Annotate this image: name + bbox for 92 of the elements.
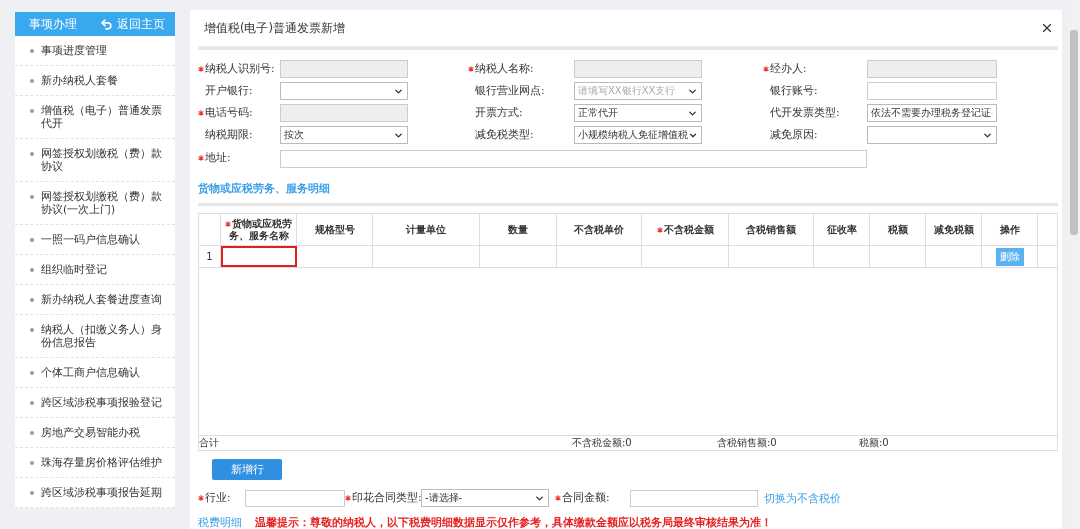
column-header: 减免税额 [926,214,982,245]
column-header: 不含税单价 [557,214,642,245]
required-icon [763,66,769,72]
total-value: 不含税金额:0 [572,436,633,450]
sidebar-item[interactable]: 事项进度管理 [15,36,175,66]
select-field[interactable] [867,126,997,144]
required-icon [656,226,663,233]
sidebar-item[interactable]: 跨区域涉税事项报验登记 [15,388,175,418]
total-label: 合计 [199,436,220,450]
required-icon [198,110,204,116]
column-header: 规格型号 [297,214,373,245]
required-icon [468,66,474,72]
field-label: 经办人: [763,62,867,76]
sidebar-item[interactable]: 珠海存量房价格评估维护 [15,448,175,478]
required-icon [225,220,231,227]
column-header: 数量 [480,214,557,245]
total-value: 税额:0 [859,436,890,450]
table-cell[interactable] [221,246,297,267]
sidebar-item[interactable]: 纳税人（扣缴义务人）身份信息报告 [15,315,175,358]
select-field[interactable]: 依法不需要办理税务登记证 [867,104,997,122]
bullet-icon [30,431,34,435]
field-label: 印花合同类型: [345,491,421,505]
field-label: 银行账号: [769,84,819,98]
input-field[interactable] [867,82,997,100]
column-header: 计量单位 [373,214,480,245]
column-header: 操作 [982,214,1038,245]
total-value: 含税销售额:0 [717,436,778,450]
column-header: 货物或应税劳务、服务名称 [221,214,297,245]
sidebar-item[interactable]: 房地产交易智能办税 [15,418,175,448]
field-label: 合同金额: [555,491,630,505]
sidebar-item[interactable]: 网签授权划缴税（费）款协议 [15,139,175,182]
column-header: 征收率 [814,214,870,245]
column-header: 税额 [870,214,926,245]
bullet-icon [30,491,34,495]
field-label: 纳税人识别号: [198,62,280,76]
sidebar-item[interactable]: 新办纳税人套餐进度查询 [15,285,175,315]
bullet-icon [30,49,34,53]
column-header: 不含税金额 [642,214,729,245]
field-label: 开票方式: [474,106,524,120]
sidebar-item[interactable]: 网签授权划缴税（费）款协议(一次上门) [15,182,175,225]
sidebar-item[interactable]: 个体工商户信息确认 [15,358,175,388]
back-arrow-icon [100,17,113,31]
input-field[interactable] [867,60,997,78]
bullet-icon [30,152,34,156]
bullet-icon [30,371,34,375]
dialog-title: 增值税(电子)普通发票新增 [204,20,345,36]
select-field[interactable]: 正常代开 [574,104,702,122]
section-title: 货物或应税劳务、服务明细 [198,181,331,196]
bullet-icon [30,109,34,113]
field-label: 减免税类型: [474,128,535,142]
column-header: 含税销售额 [729,214,814,245]
required-icon [198,66,204,72]
select-field[interactable] [280,82,408,100]
required-icon [198,495,204,501]
bullet-icon [30,238,34,242]
sidebar-item[interactable]: 组织临时登记 [15,255,175,285]
warning-text: 温馨提示：尊敬的纳税人，以下税费明细数据显示仅作参考，具体缴款金额应以税务局最终审核结果为准！ [255,516,772,529]
field-label: 电话号码: [198,106,280,120]
input-field[interactable] [630,489,758,507]
required-icon [555,495,561,501]
select-field[interactable]: 小规模纳税人免征增值税 [574,126,702,144]
field-label: 开户银行: [204,84,254,98]
close-button[interactable] [1040,21,1054,35]
address-field[interactable] [280,150,867,168]
field-label: 纳税期限: [204,128,254,142]
bullet-icon [30,298,34,302]
input-field[interactable] [280,104,408,122]
sidebar-item[interactable]: 一照一码户信息确认 [15,225,175,255]
bullet-icon [30,195,34,199]
field-label: 减免原因: [769,128,819,142]
bullet-icon [30,401,34,405]
field-label: 代开发票类型: [769,106,841,120]
bullet-icon [30,328,34,332]
sidebar-item[interactable]: 新办纳税人套餐 [15,66,175,96]
sidebar-item[interactable]: 跨区域涉税事项报告延期 [15,478,175,508]
sidebar-title: 事项办理 [29,15,77,33]
required-icon [198,155,204,161]
bullet-icon [30,461,34,465]
row-number: 1 [199,246,221,267]
field-label: 银行营业网点: [474,84,546,98]
input-field[interactable] [280,60,408,78]
field-label: 纳税人名称: [468,62,574,76]
bullet-icon [30,268,34,272]
sidebar-item[interactable]: 增值税（电子）普通发票代开 [15,96,175,139]
required-icon [345,495,351,501]
bullet-icon [30,79,34,83]
input-field[interactable] [245,489,345,507]
field-label: 地址: [198,151,280,165]
field-label: 行业: [198,491,245,505]
select-field[interactable]: 按次 [280,126,408,144]
input-field[interactable] [574,60,702,78]
select-field[interactable]: -请选择- [421,489,549,507]
